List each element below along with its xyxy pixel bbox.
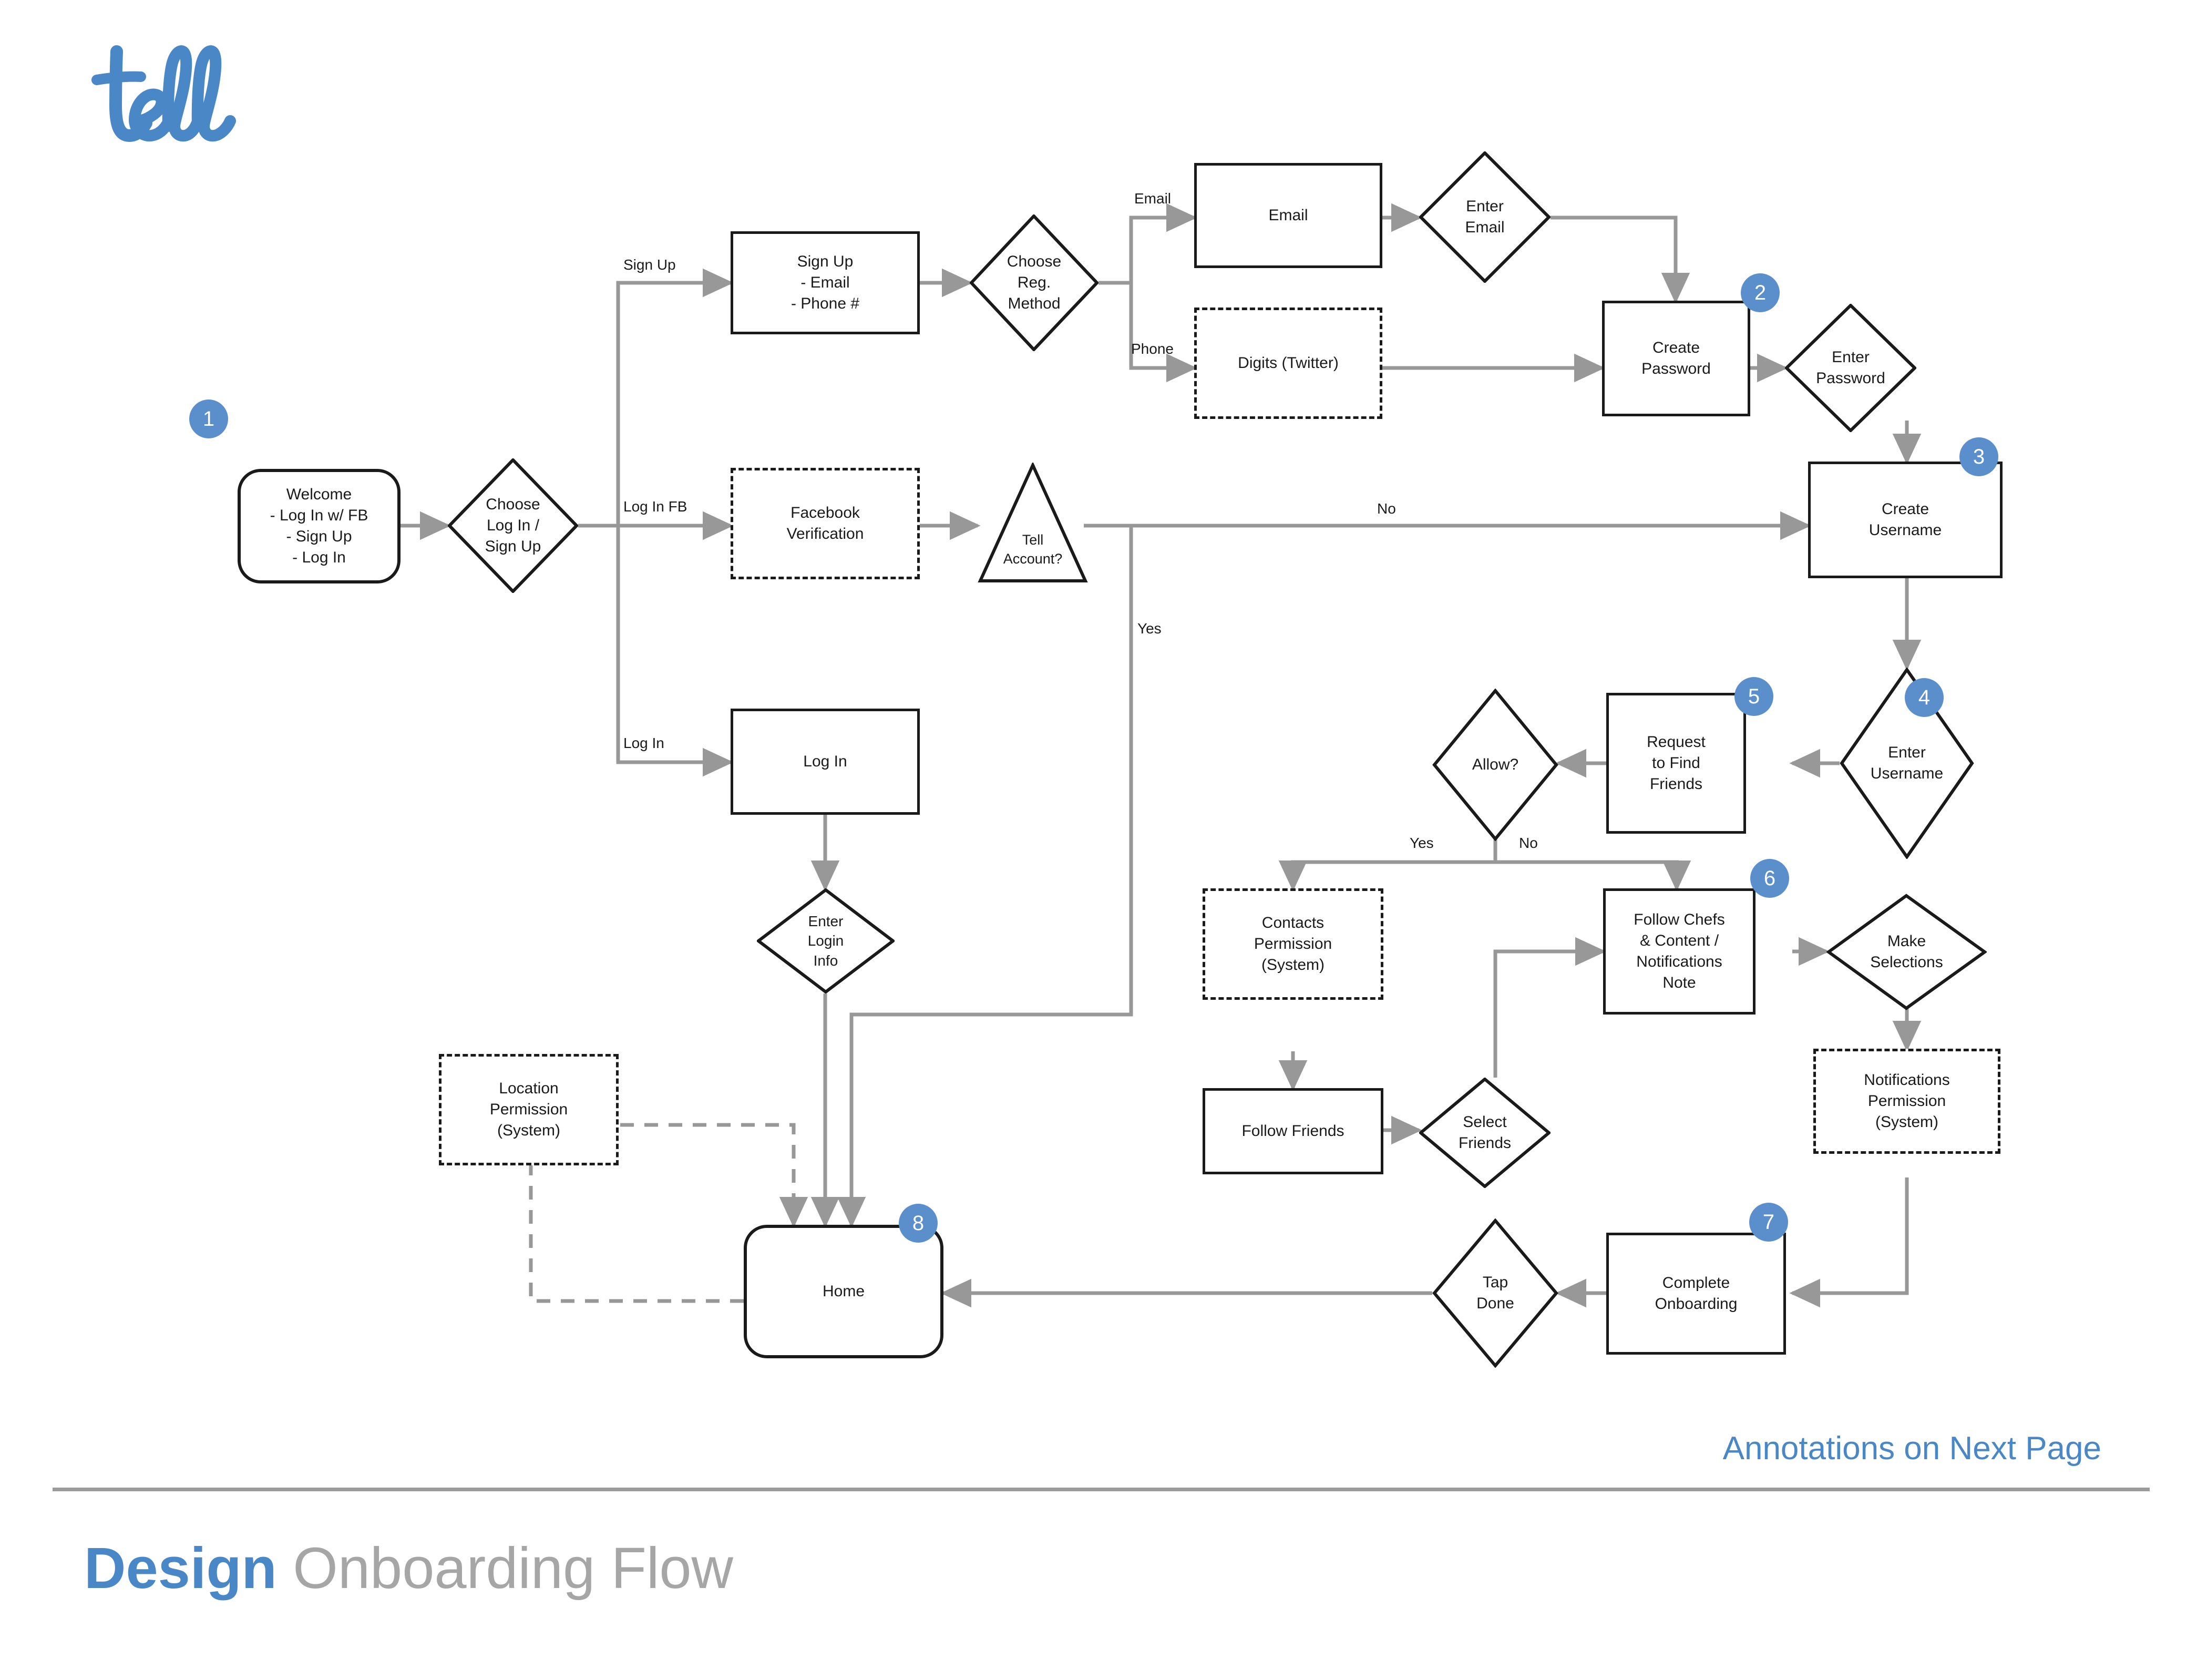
node-enter-password-label: Enter Password bbox=[1816, 349, 1885, 387]
node-tell-account-label: Tell Account? bbox=[1003, 532, 1063, 567]
node-tap-done[interactable]: Tap Done bbox=[1432, 1218, 1558, 1368]
node-follow-friends[interactable]: Follow Friends bbox=[1203, 1088, 1383, 1174]
badge-8-label: 8 bbox=[912, 1211, 925, 1235]
slide-page: Welcome - Log In w/ FB - Sign Up - Log I… bbox=[0, 0, 2197, 1680]
node-follow-chefs[interactable]: Follow Chefs & Content / Notifications N… bbox=[1603, 888, 1755, 1015]
node-follow-chefs-label: Follow Chefs & Content / Notifications N… bbox=[1634, 911, 1725, 991]
badge-2: 2 bbox=[1741, 273, 1780, 312]
edge-label-log-in-fb: Log In FB bbox=[623, 498, 687, 515]
node-home[interactable]: Home bbox=[744, 1225, 943, 1358]
badge-7: 7 bbox=[1749, 1203, 1788, 1242]
node-enter-username-label: Enter Username bbox=[1870, 744, 1944, 782]
edge-label-sign-up: Sign Up bbox=[623, 257, 676, 273]
edge-label-email: Email bbox=[1134, 190, 1172, 207]
badge-4: 4 bbox=[1905, 678, 1944, 717]
node-create-password-label: Create Password bbox=[1641, 339, 1711, 377]
annotations-next-page-note: Annotations on Next Page bbox=[1722, 1430, 2101, 1467]
footer-divider bbox=[53, 1488, 2150, 1491]
node-create-username[interactable]: Create Username bbox=[1808, 462, 2003, 578]
node-email[interactable]: Email bbox=[1194, 163, 1382, 268]
node-create-password[interactable]: Create Password bbox=[1602, 301, 1750, 416]
node-signup[interactable]: Sign Up - Email - Phone # bbox=[731, 231, 920, 334]
edge-label-yes-tell-account: Yes bbox=[1137, 620, 1162, 637]
node-choose-reg-method-label: Choose Reg. Method bbox=[1007, 253, 1062, 312]
edge-label-allow-no: No bbox=[1519, 835, 1538, 851]
node-make-selections[interactable]: Make Selections bbox=[1826, 894, 1987, 1010]
badge-4-label: 4 bbox=[1918, 685, 1931, 709]
node-notifications-permission[interactable]: Notifications Permission (System) bbox=[1813, 1049, 2000, 1154]
edge-label-no-tell-account: No bbox=[1377, 500, 1396, 517]
badge-3-label: 3 bbox=[1973, 445, 1985, 468]
node-allow[interactable]: Allow? bbox=[1432, 689, 1558, 841]
badge-1: 1 bbox=[189, 399, 228, 438]
node-facebook-verification-label: Facebook Verification bbox=[786, 504, 864, 542]
page-title-light: Onboarding Flow bbox=[276, 1536, 733, 1601]
badge-2-label: 2 bbox=[1754, 281, 1767, 304]
badge-6-label: 6 bbox=[1763, 866, 1776, 890]
node-allow-label: Allow? bbox=[1472, 756, 1519, 774]
node-complete-onboarding[interactable]: Complete Onboarding bbox=[1606, 1233, 1786, 1355]
node-request-find-friends-label: Request to Find Friends bbox=[1647, 733, 1706, 793]
edge-label-phone: Phone bbox=[1131, 341, 1174, 357]
node-notifications-permission-label: Notifications Permission (System) bbox=[1864, 1071, 1950, 1131]
node-choose-login-signup[interactable]: Choose Log In / Sign Up bbox=[448, 458, 578, 593]
node-log-in-label: Log In bbox=[803, 753, 847, 771]
badge-3: 3 bbox=[1959, 437, 1998, 476]
node-digits-twitter[interactable]: Digits (Twitter) bbox=[1194, 308, 1382, 419]
node-welcome-label: Welcome - Log In w/ FB - Sign Up - Log I… bbox=[270, 486, 368, 566]
node-enter-email[interactable]: Enter Email bbox=[1419, 151, 1551, 283]
node-contacts-permission-label: Contacts Permission (System) bbox=[1254, 914, 1332, 974]
edge-label-log-in: Log In bbox=[623, 735, 664, 751]
node-digits-twitter-label: Digits (Twitter) bbox=[1238, 354, 1339, 372]
node-choose-login-signup-label: Choose Log In / Sign Up bbox=[485, 496, 541, 555]
node-enter-login-info-label: Enter Login Info bbox=[807, 913, 844, 969]
node-enter-login-info[interactable]: Enter Login Info bbox=[757, 888, 895, 993]
node-log-in[interactable]: Log In bbox=[731, 709, 920, 815]
badge-8: 8 bbox=[899, 1204, 938, 1243]
page-title-strong: Design bbox=[84, 1536, 277, 1601]
node-create-username-label: Create Username bbox=[1869, 500, 1942, 539]
node-make-selections-label: Make Selections bbox=[1870, 933, 1943, 971]
node-follow-friends-label: Follow Friends bbox=[1241, 1122, 1344, 1140]
node-email-label: Email bbox=[1268, 207, 1308, 224]
node-enter-email-label: Enter Email bbox=[1465, 198, 1505, 236]
node-request-find-friends[interactable]: Request to Find Friends bbox=[1606, 693, 1746, 834]
node-signup-label: Sign Up - Email - Phone # bbox=[790, 253, 860, 312]
edge-label-allow-yes: Yes bbox=[1410, 835, 1434, 851]
node-location-permission[interactable]: Location Permission (System) bbox=[439, 1054, 619, 1165]
node-tell-account[interactable]: Tell Account? bbox=[978, 463, 1088, 583]
page-title: Design Onboarding Flow bbox=[84, 1535, 733, 1602]
badge-5: 5 bbox=[1734, 677, 1773, 716]
node-enter-password[interactable]: Enter Password bbox=[1785, 304, 1916, 432]
node-choose-reg-method[interactable]: Choose Reg. Method bbox=[970, 214, 1098, 351]
node-complete-onboarding-label: Complete Onboarding bbox=[1655, 1274, 1738, 1313]
badge-1-label: 1 bbox=[202, 407, 215, 431]
node-home-label: Home bbox=[822, 1283, 865, 1300]
node-tap-done-label: Tap Done bbox=[1476, 1274, 1514, 1312]
badge-5-label: 5 bbox=[1748, 684, 1760, 708]
badge-7-label: 7 bbox=[1762, 1210, 1775, 1234]
node-facebook-verification[interactable]: Facebook Verification bbox=[731, 468, 920, 579]
node-select-friends-label: Select Friends bbox=[1458, 1113, 1512, 1152]
node-contacts-permission[interactable]: Contacts Permission (System) bbox=[1203, 888, 1383, 1000]
badge-6: 6 bbox=[1750, 859, 1789, 898]
node-select-friends[interactable]: Select Friends bbox=[1419, 1078, 1551, 1188]
node-welcome[interactable]: Welcome - Log In w/ FB - Sign Up - Log I… bbox=[238, 469, 401, 583]
node-location-permission-label: Location Permission (System) bbox=[489, 1080, 568, 1139]
